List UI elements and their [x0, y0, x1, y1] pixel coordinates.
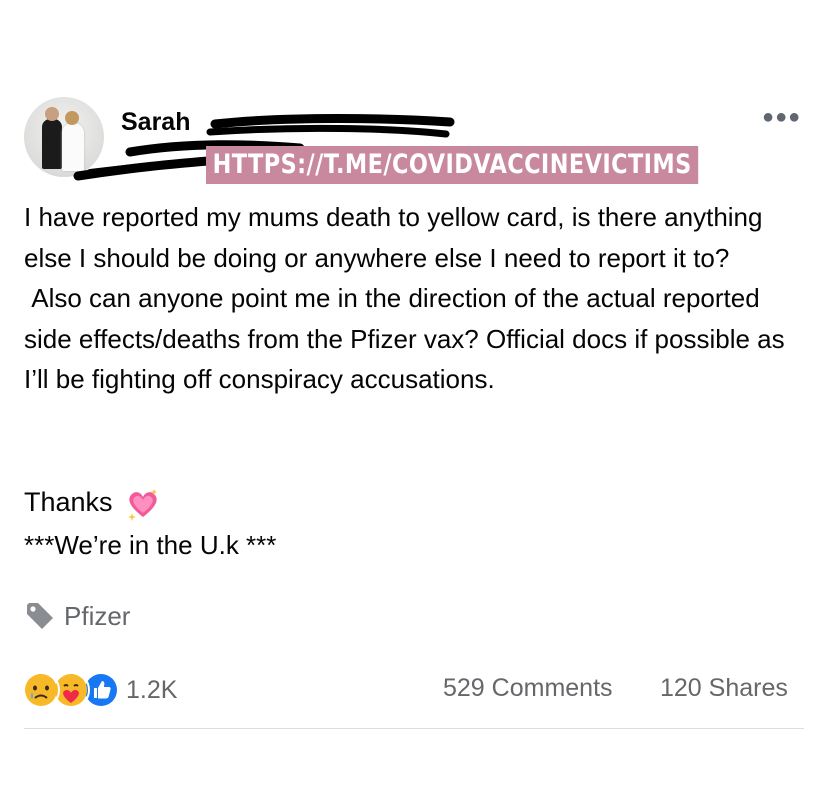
comments-count[interactable]: 529 Comments [443, 674, 613, 703]
avatar-groom [42, 119, 62, 169]
more-horizontal-icon[interactable]: ●●● [762, 107, 801, 127]
post-paragraph: I have reported my mums death to yellow … [24, 202, 763, 273]
sparkling-heart-icon [128, 488, 158, 521]
footer-divider [24, 728, 804, 729]
thanks-line: Thanks [24, 485, 160, 521]
watermark-url: HTTPS://T.ME/COVIDVACCINEVICTIMS [206, 146, 699, 184]
tag-icon [27, 603, 53, 629]
thanks-text: Thanks [24, 487, 113, 517]
sad-reaction-icon [22, 671, 60, 709]
location-note: ***We’re in the U.k *** [24, 530, 277, 560]
avatar-groom-head [45, 107, 59, 121]
post-paragraph: Also can anyone point me in the directio… [24, 283, 792, 394]
tag-label: Pfizer [64, 600, 131, 631]
shares-count[interactable]: 120 Shares [660, 674, 788, 703]
reaction-count: 1.2K [126, 675, 178, 704]
post-body: I have reported my mums death to yellow … [24, 197, 814, 400]
topic-tag[interactable]: Pfizer [24, 600, 130, 632]
reactions-summary[interactable]: 1.2K [22, 671, 178, 709]
